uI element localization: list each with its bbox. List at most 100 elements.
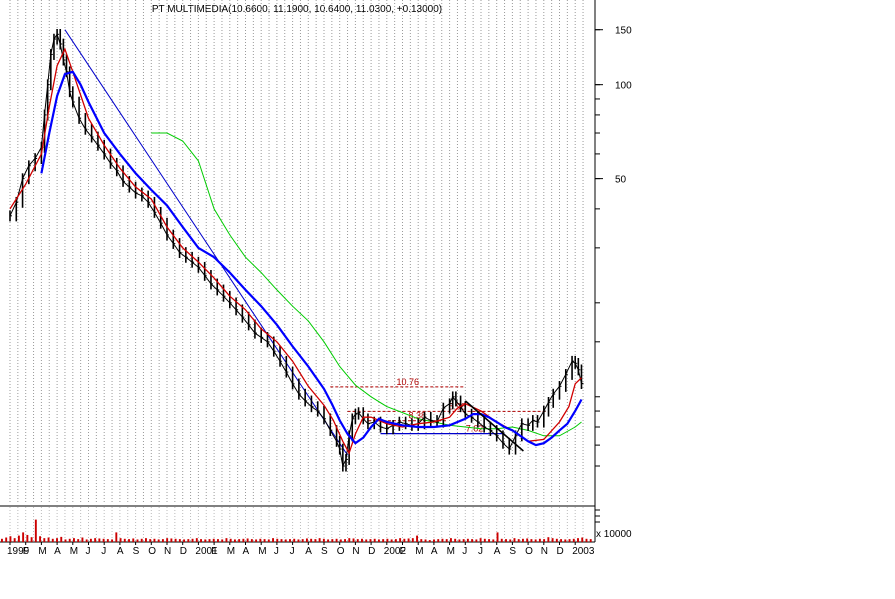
volume-bar <box>475 539 478 542</box>
y-axis: 150 100 50 <box>595 26 632 467</box>
volume-bar <box>437 539 440 542</box>
volume-bar <box>538 538 541 542</box>
volume-bar <box>352 538 355 542</box>
volume-bar <box>267 539 270 542</box>
volume-bar <box>64 539 67 542</box>
volume-bar <box>123 538 126 542</box>
volume-bar <box>250 539 253 542</box>
volume-bar <box>513 538 516 542</box>
volume-bar <box>39 536 42 542</box>
volume-bar <box>301 539 304 542</box>
x-tick-label: D <box>557 546 564 557</box>
volume-bar <box>242 538 245 542</box>
volume-bar <box>106 539 109 542</box>
price-chart: PT MULTIMEDIA(10.6600, 11.1900, 10.6400,… <box>0 0 632 557</box>
volume-bar <box>310 538 313 542</box>
volume-bar <box>433 539 435 542</box>
volume-bar <box>339 539 342 542</box>
volume-bar <box>568 539 571 542</box>
volume-bar <box>521 538 524 542</box>
volume-bar <box>89 538 92 542</box>
volume-bar <box>420 539 423 542</box>
volume-bar <box>331 539 334 542</box>
volume-bar <box>407 538 410 542</box>
volume-bar <box>246 538 249 542</box>
volume-bar <box>530 539 533 542</box>
volume-bar <box>221 539 224 542</box>
x-tick-label: A <box>305 546 312 557</box>
volume-bar <box>386 538 389 542</box>
volume-bar <box>505 539 507 542</box>
volume-bar <box>174 538 177 542</box>
volume-bar <box>43 538 46 542</box>
volume-bar <box>30 537 33 542</box>
volume-bar <box>361 538 363 542</box>
x-tick-label: F <box>23 546 29 557</box>
x-tick-label: M <box>38 546 46 557</box>
volume-bar <box>496 532 499 542</box>
chart-title: PT MULTIMEDIA(10.6600, 11.1900, 10.6400,… <box>152 4 442 15</box>
volume-bar <box>382 539 385 542</box>
volume-bar <box>428 540 431 542</box>
volume-bar <box>81 537 84 542</box>
volume-bar <box>259 538 262 542</box>
volume-bar <box>178 539 181 542</box>
volume-bar <box>255 539 258 542</box>
volume-bar <box>471 539 474 542</box>
volume-bar <box>195 538 198 542</box>
volume-bar <box>289 539 291 542</box>
volume-bar <box>365 539 368 542</box>
volume-bar <box>233 539 236 542</box>
ma-short-line <box>9 47 582 455</box>
x-tick-label: S <box>133 546 140 557</box>
volume-bar <box>1 538 3 542</box>
volume-bar <box>166 538 169 542</box>
x-tick-label: M <box>258 546 266 557</box>
x-tick-label: A <box>117 546 124 557</box>
volume-bar <box>132 538 135 542</box>
x-tick-label: F <box>211 546 217 557</box>
volume-bar <box>488 539 491 542</box>
volume-bar <box>280 539 283 542</box>
x-tick-label: M <box>70 546 78 557</box>
x-tick-label: O <box>337 546 345 557</box>
volume-bar <box>77 539 80 542</box>
volume-bar <box>85 539 88 542</box>
volume-bar <box>585 538 588 542</box>
volume-bar <box>547 537 550 542</box>
x-tick-label: J <box>86 546 91 557</box>
volume-bar <box>98 538 101 542</box>
x-tick-label: A <box>494 546 501 557</box>
volume-bar <box>454 538 457 542</box>
volume-bar <box>204 539 207 542</box>
volume-bar <box>377 539 380 542</box>
x-tick-label: J <box>462 546 467 557</box>
x-tick-label: A <box>54 546 61 557</box>
volume-bar <box>229 538 232 542</box>
volume-bar <box>373 538 376 542</box>
volume-bar <box>335 538 338 542</box>
volume-bar <box>526 538 529 542</box>
x-tick-label: F <box>400 546 406 557</box>
volume-bar <box>589 539 592 542</box>
volume-bar <box>348 538 351 542</box>
x-tick-label: O <box>148 546 156 557</box>
x-tick-label: N <box>164 546 171 557</box>
volume-bar <box>356 539 359 542</box>
volume-bar <box>416 535 419 542</box>
volume-axis-label: x 10000 <box>596 529 632 540</box>
volume-bar <box>555 538 558 542</box>
volume-bar <box>492 539 495 542</box>
x-tick-label: A <box>243 546 250 557</box>
volume-bar <box>102 538 105 542</box>
volume-bar <box>73 538 75 542</box>
x-tick-label: 2003 <box>572 546 595 557</box>
volume-bar <box>140 538 143 542</box>
ma-long-line <box>151 132 582 437</box>
volume-bar <box>22 532 25 542</box>
volume-bar <box>458 539 461 542</box>
volume-bar <box>369 539 372 542</box>
volume-bar <box>136 539 139 542</box>
x-tick-label: M <box>227 546 235 557</box>
volume-bar <box>534 539 537 542</box>
